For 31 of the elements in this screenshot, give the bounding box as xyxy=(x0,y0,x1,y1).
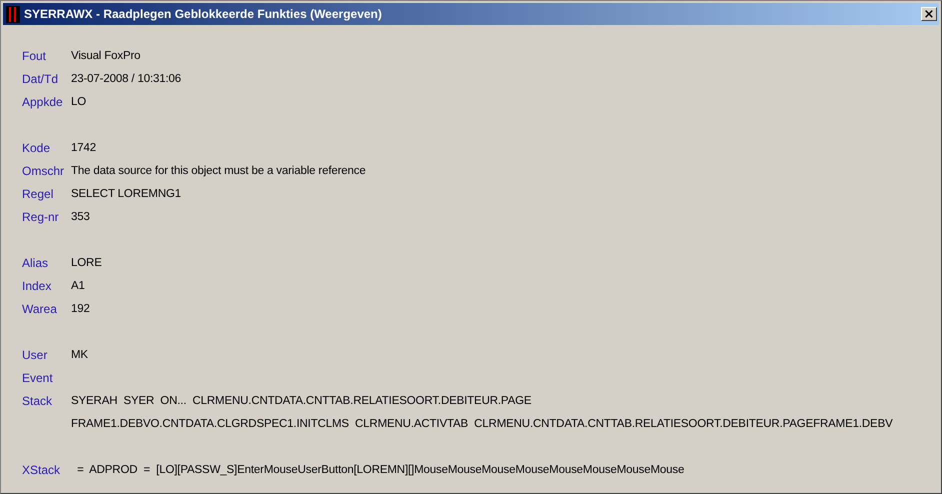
field-value: Visual FoxPro xyxy=(71,49,140,64)
field-value: 192 xyxy=(71,302,90,317)
field-label: Dat/Td xyxy=(22,71,60,88)
field-value: 353 xyxy=(71,210,90,225)
window-title: SYERRAWX - Raadplegen Geblokkeerde Funkties (Weergeven) xyxy=(24,7,383,21)
field-value: The data source for this object must be a variable reference xyxy=(71,164,366,179)
field-value: SYERAH SYER ON... CLRMENU.CNTDATA.CNTTAB.RELATIESOORT.DEBITEUR.PAGE xyxy=(71,394,532,409)
field-value: 23-07-2008 / 10:31:06 xyxy=(71,72,182,87)
field-value: A1 xyxy=(71,279,85,294)
field-label: Appkde xyxy=(22,94,64,111)
field-value: FRAME1.DEBVO.CNTDATA.CLGRDSPEC1.INITCLMS CLRMENU.ACTIVTAB CLRMENU.CNTDATA.CNTTAB.RELATIESOORT.DEBITEUR.PAGEFRAME1.DEBV xyxy=(71,417,893,432)
field-label: Warea xyxy=(22,301,58,318)
field-value: LORE xyxy=(71,256,102,271)
app-icon xyxy=(6,6,20,22)
field-label: XStack xyxy=(22,462,62,479)
field-label: Fout xyxy=(22,48,48,65)
field-label: Stack xyxy=(22,393,54,410)
field-label: Reg-nr xyxy=(22,209,60,226)
close-button[interactable]: × xyxy=(921,7,937,21)
field-label: Index xyxy=(22,278,52,295)
field-label: Kode xyxy=(22,140,52,157)
field-value: = ADPROD = [LO][PASSW_S]EnterMouseUserButton[LOREMN][]MouseMouseMouseMouseMouseMouseMouseMouse xyxy=(76,463,684,478)
field-value: SELECT LOREMNG1 xyxy=(71,187,182,202)
field-value: 1742 xyxy=(71,141,96,156)
field-label: User xyxy=(22,347,48,364)
field-label: Event xyxy=(22,370,54,387)
field-value: MK xyxy=(71,348,88,363)
field-label: Omschr xyxy=(22,163,65,180)
field-label: Alias xyxy=(22,255,50,272)
field-label: Regel xyxy=(22,186,54,203)
field-value: LO xyxy=(71,95,86,110)
